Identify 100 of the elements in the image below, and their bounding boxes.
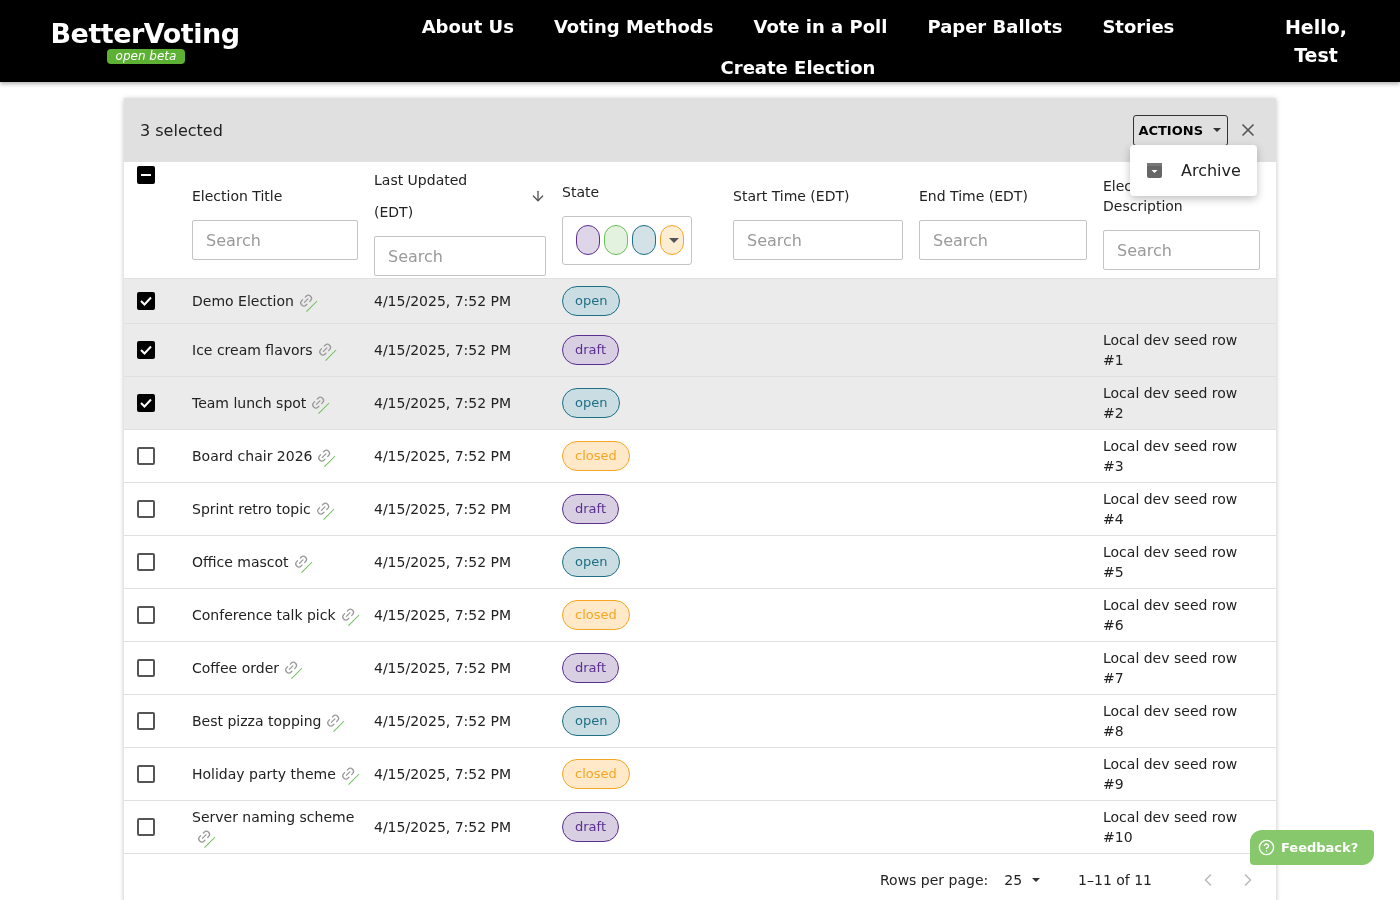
checkbox[interactable] (137, 447, 155, 465)
table-cell: Best pizza topping (192, 711, 374, 731)
table-row[interactable]: Office mascot 4/15/2025, 7:52 PM open Local dev seed row #5 (124, 536, 1276, 589)
table-cell: Local dev seed row #3 (1103, 438, 1238, 474)
table-cell-text: 4/15/2025, 7:52 PM (374, 292, 513, 311)
checkbox[interactable] (137, 500, 155, 518)
nav-link[interactable]: Create Election (720, 47, 876, 88)
state-badge: closed (562, 441, 630, 471)
state-badge: closed (562, 759, 630, 789)
state-badge: open (562, 286, 621, 316)
checkbox[interactable] (137, 712, 155, 730)
table-cell: Local dev seed row #6 (1103, 597, 1238, 633)
table-row[interactable]: Coffee order 4/15/2025, 7:52 PM draft Local dev seed row #7 (124, 642, 1276, 695)
table-row[interactable]: Holiday party theme 4/15/2025, 7:52 PM closed Local dev seed row #9 (124, 748, 1276, 801)
table-cell: Board chair 2026 (192, 446, 374, 466)
checkbox[interactable] (137, 818, 155, 836)
table-cell-text: 4/15/2025, 7:52 PM (374, 394, 513, 413)
table-row[interactable]: Ice cream flavors 4/15/2025, 7:52 PM draft Local dev seed row #1 (124, 324, 1276, 377)
table-row[interactable]: Demo Election 4/15/2025, 7:52 PM open (124, 279, 1276, 324)
greeting[interactable]: Hello, Test (1266, 13, 1370, 69)
table-row[interactable]: Server naming scheme 4/15/2025, 7:52 PM draft Local dev seed row #10 (124, 801, 1276, 854)
state-badge: closed (562, 600, 630, 630)
check-icon (140, 345, 152, 355)
column-header[interactable]: Election Title (192, 180, 358, 212)
table-cell: Conference talk pick (192, 605, 374, 625)
table-cell: Coffee order (192, 658, 374, 678)
search-field[interactable]: Search (733, 220, 903, 260)
table-cell-text: 4/15/2025, 7:52 PM (374, 818, 513, 837)
table-cell: Local dev seed row #7 (1103, 650, 1238, 686)
table-cell-text: 4/15/2025, 7:52 PM (374, 341, 513, 360)
help-icon (1258, 839, 1275, 856)
state-badge: draft (562, 494, 619, 524)
nav-link[interactable]: Stories (1102, 6, 1175, 47)
check-icon (140, 398, 152, 408)
check-icon (140, 296, 152, 306)
state-filter[interactable] (562, 215, 692, 265)
logo[interactable]: BetterVoting (50, 18, 240, 49)
search-field[interactable]: Search (1103, 230, 1260, 270)
table-cell-text: 4/15/2025, 7:52 PM (374, 553, 513, 572)
search-field[interactable]: Search (192, 220, 358, 260)
table-cell-text: 4/15/2025, 7:52 PM (374, 500, 513, 519)
table-cell: Local dev seed row #5 (1103, 544, 1238, 580)
nav-link[interactable]: Voting Methods (553, 6, 714, 47)
state-badge: draft (562, 335, 619, 365)
checkbox[interactable] (137, 765, 155, 783)
caret-icon (669, 237, 679, 243)
table-row[interactable]: Sprint retro topic 4/15/2025, 7:52 PM draft Local dev seed row #4 (124, 483, 1276, 536)
table-cell: Local dev seed row #8 (1103, 703, 1238, 739)
table-row[interactable]: Conference talk pick 4/15/2025, 7:52 PM closed Local dev seed row #6 (124, 589, 1276, 642)
column-header[interactable]: Last Updated (EDT) (374, 164, 494, 228)
column-header[interactable]: State (562, 175, 717, 208)
checkbox[interactable] (137, 553, 155, 571)
state-badge: open (562, 388, 621, 418)
minus-icon (141, 174, 151, 176)
table-cell-text: 4/15/2025, 7:52 PM (374, 765, 513, 784)
nav-link[interactable]: About Us (421, 6, 514, 47)
nav-link[interactable]: Paper Ballots (927, 6, 1063, 47)
table-cell-text: 4/15/2025, 7:52 PM (374, 712, 513, 731)
rows-per-page-select[interactable]: 25 (1004, 872, 1041, 888)
column-header[interactable]: Start Time (EDT) (733, 180, 903, 212)
table-row[interactable]: Best pizza topping 4/15/2025, 7:52 PM open Local dev seed row #8 (124, 695, 1276, 748)
table-cell: Local dev seed row #1 (1103, 332, 1238, 368)
table-cell: Server naming scheme (192, 807, 374, 847)
state-badge: open (562, 547, 621, 577)
table-cell: Local dev seed row #2 (1103, 385, 1238, 421)
checkbox[interactable] (137, 606, 155, 624)
state-badge: draft (562, 653, 619, 683)
checkbox[interactable] (137, 166, 155, 184)
table-cell: Ice cream flavors (192, 340, 374, 360)
table-cell: Local dev seed row #10 (1103, 809, 1238, 845)
table-cell-text: 4/15/2025, 7:52 PM (374, 659, 513, 678)
column-header[interactable]: End Time (EDT) (919, 180, 1087, 212)
checkbox[interactable] (137, 292, 155, 310)
caret-icon (1213, 128, 1221, 132)
table-cell: Demo Election (192, 291, 374, 311)
menu-item[interactable]: Archive (1130, 145, 1257, 196)
archive-icon (1146, 162, 1163, 179)
search-field[interactable]: Search (374, 236, 546, 276)
table-row[interactable]: Team lunch spot 4/15/2025, 7:52 PM open Local dev seed row #2 (124, 377, 1276, 430)
table-cell: Holiday party theme (192, 764, 374, 784)
table-cell: Sprint retro topic (192, 499, 374, 519)
table-cell: Office mascot (192, 552, 374, 572)
checkbox[interactable] (137, 394, 155, 412)
nav-link[interactable]: Vote in a Poll (753, 6, 888, 47)
rows-per-page-label: Rows per page: (880, 872, 989, 888)
checkbox[interactable] (137, 659, 155, 677)
table-cell: Local dev seed row #9 (1103, 756, 1238, 792)
selected-count: 3 selected (140, 120, 224, 140)
state-badge: open (562, 706, 621, 736)
beta-badge: open beta (106, 48, 186, 64)
state-badge: draft (562, 812, 619, 842)
search-field[interactable]: Search (919, 220, 1087, 260)
table-row[interactable]: Board chair 2026 4/15/2025, 7:52 PM closed Local dev seed row #3 (124, 430, 1276, 483)
checkbox[interactable] (137, 341, 155, 359)
page-range: 1–11 of 11 (1078, 872, 1152, 888)
table-cell-text: 4/15/2025, 7:52 PM (374, 606, 513, 625)
sort-down-icon[interactable] (530, 188, 546, 204)
table-cell: Local dev seed row #4 (1103, 491, 1238, 527)
table-cell: Team lunch spot (192, 393, 374, 413)
table-cell-text: 4/15/2025, 7:52 PM (374, 447, 513, 466)
